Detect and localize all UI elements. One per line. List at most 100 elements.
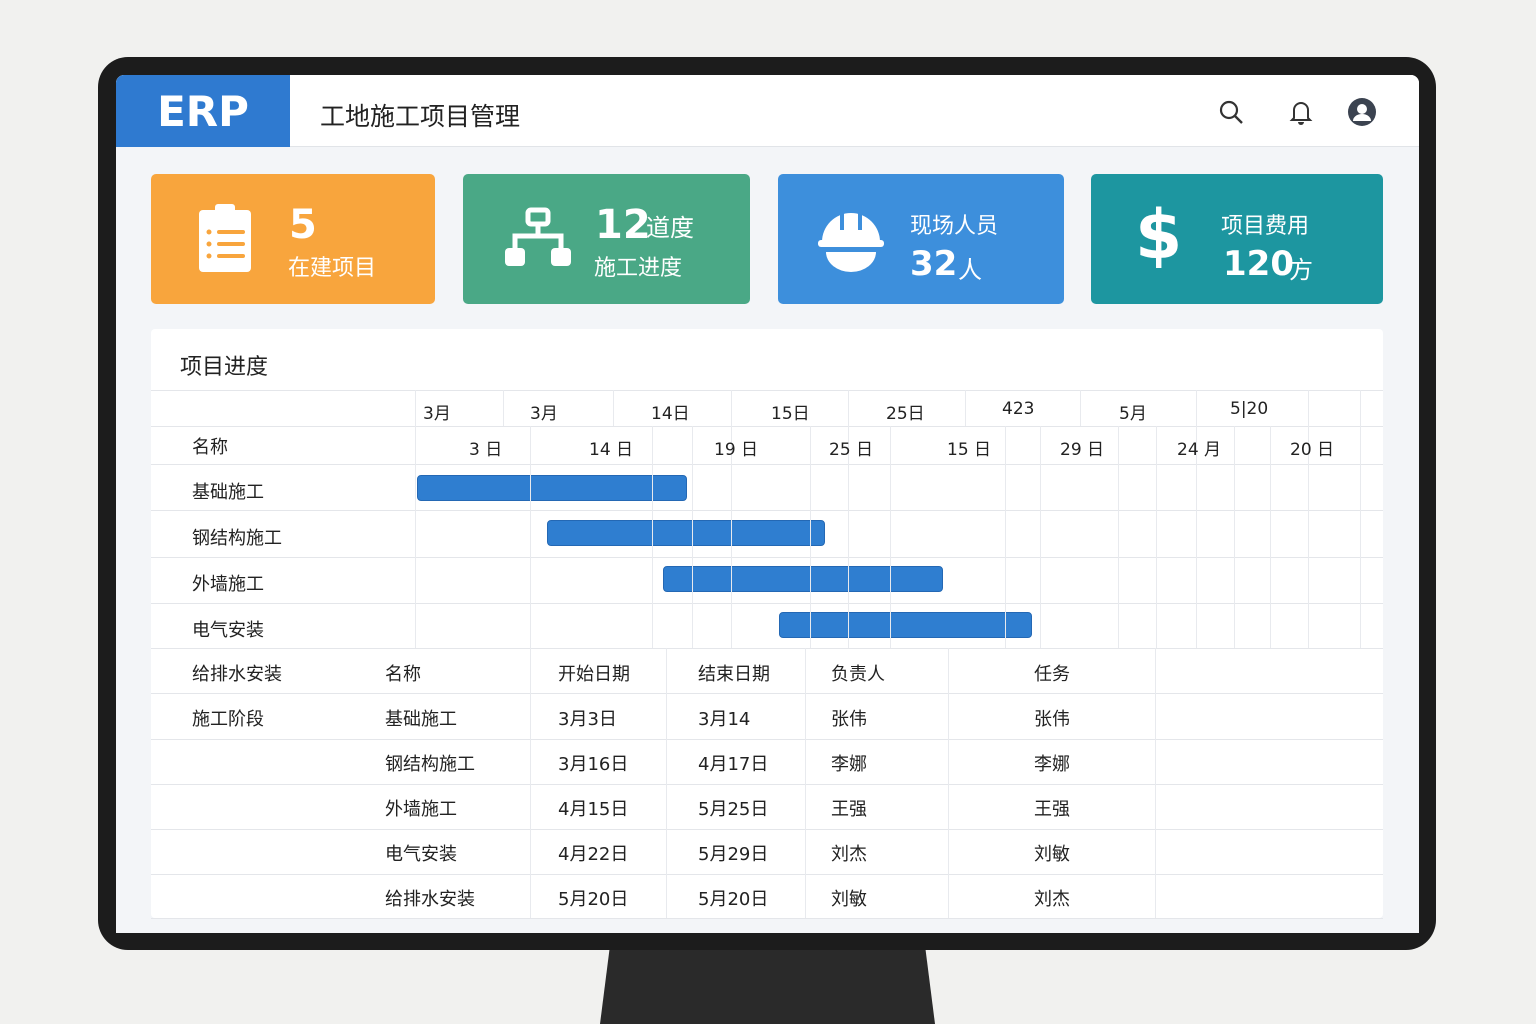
grid-line <box>530 648 531 918</box>
table-cell: 4月15日 <box>558 799 629 820</box>
cost-label: 项目费用 <box>1221 214 1310 239</box>
search-icon[interactable] <box>1216 97 1246 127</box>
user-avatar-icon[interactable] <box>1347 97 1377 127</box>
table-cell: 5月20日 <box>558 889 629 910</box>
grid-line <box>151 426 1383 427</box>
projects-count: 5 <box>289 202 317 248</box>
projects-label: 在建项目 <box>288 256 377 281</box>
grid-line <box>151 918 1383 919</box>
grid-line <box>1196 390 1197 426</box>
grid-line <box>731 390 732 426</box>
grid-line <box>1040 426 1041 648</box>
table-cell: 5月29日 <box>698 844 769 865</box>
grid-line <box>503 390 504 426</box>
table-cell: 3月3日 <box>558 709 617 730</box>
card-cost[interactable]: $ 项目费用 120 方 <box>1091 174 1383 304</box>
grid-line <box>1156 426 1157 648</box>
bell-icon[interactable] <box>1286 97 1316 127</box>
gantt-bar-3[interactable] <box>779 612 1032 638</box>
gantt-bar-1[interactable] <box>547 520 825 546</box>
grid-line <box>151 510 1383 511</box>
gantt-bottom-tick: 14 日 <box>589 440 634 460</box>
grid-line <box>1234 426 1235 648</box>
gantt-top-tick: 14日 <box>651 404 690 424</box>
table-header-cell: 结束日期 <box>698 664 770 685</box>
gantt-bar-0[interactable] <box>417 475 687 501</box>
grid-line <box>415 426 416 648</box>
erp-logo[interactable]: ERP <box>116 75 290 147</box>
grid-line <box>692 426 693 648</box>
gantt-bottom-tick: 20 日 <box>1290 440 1335 460</box>
grid-line <box>805 648 806 918</box>
gantt-top-tick: 3月 <box>530 404 558 424</box>
progress-value: 12 <box>595 202 651 248</box>
grid-line <box>151 557 1383 558</box>
table-header-cell: 名称 <box>385 664 421 685</box>
gantt-top-tick: 5|20 <box>1230 399 1269 419</box>
grid-line <box>1360 390 1361 426</box>
app-header: ERP 工地施工项目管理 <box>116 75 1419 147</box>
app-title: 工地施工项目管理 <box>320 102 521 131</box>
grid-line <box>1118 426 1119 648</box>
grid-line <box>151 739 1383 740</box>
panel-title: 项目进度 <box>180 355 269 380</box>
grid-line <box>1270 426 1271 648</box>
card-staff[interactable]: 现场人员 32 人 <box>778 174 1064 304</box>
gantt-task-label: 基础施工 <box>192 482 264 503</box>
staff-unit: 人 <box>958 256 982 284</box>
grid-line <box>1308 390 1309 426</box>
gantt-bottom-tick: 3 日 <box>469 440 503 460</box>
gantt-top-tick: 15日 <box>771 404 810 424</box>
grid-line <box>151 693 1383 694</box>
table-cell: 李娜 <box>831 754 867 775</box>
grid-line <box>415 390 416 426</box>
table-cell: 4月22日 <box>558 844 629 865</box>
grid-line <box>613 390 614 426</box>
table-header-cell: 给排水安装 <box>192 664 282 685</box>
grid-line <box>1360 426 1361 648</box>
card-progress[interactable]: 12 道度 施工进度 <box>463 174 750 304</box>
table-cell: 刘杰 <box>831 844 867 865</box>
grid-line <box>151 874 1383 875</box>
gantt-name-header: 名称 <box>192 437 228 458</box>
gantt-bottom-tick: 15 日 <box>947 440 992 460</box>
cost-unit: 方 <box>1289 256 1313 284</box>
project-progress-panel: 项目进度 名称 3月 3月 14日 15日 25日 423 5月 5|20 3 日 14 日 19 … <box>151 329 1383 919</box>
grid-line <box>530 426 531 648</box>
grid-line <box>151 390 1383 391</box>
hard-hat-icon <box>818 208 884 272</box>
staff-label: 现场人员 <box>910 214 999 239</box>
progress-unit: 道度 <box>646 214 694 242</box>
grid-line <box>1155 648 1156 918</box>
table-cell: 外墙施工 <box>385 799 457 820</box>
gantt-top-tick: 3月 <box>423 404 451 424</box>
gantt-top-tick: 423 <box>1002 399 1035 419</box>
table-cell: 3月16日 <box>558 754 629 775</box>
gantt-bottom-tick: 25 日 <box>829 440 874 460</box>
table-group-label: 施工阶段 <box>192 709 264 730</box>
table-cell: 刘敏 <box>831 889 867 910</box>
staff-count: 32 <box>910 244 958 284</box>
gantt-top-tick: 5月 <box>1119 404 1147 424</box>
grid-line <box>948 648 949 918</box>
grid-line <box>890 426 891 648</box>
dollar-icon: $ <box>1135 196 1183 275</box>
table-cell: 5月25日 <box>698 799 769 820</box>
table-header-cell: 任务 <box>1034 664 1070 685</box>
grid-line <box>1080 390 1081 426</box>
grid-line <box>810 426 811 648</box>
table-cell: 4月17日 <box>698 754 769 775</box>
table-cell: 张伟 <box>831 709 867 730</box>
cost-value: 120 <box>1223 244 1294 284</box>
table-cell: 王强 <box>831 799 867 820</box>
grid-line <box>965 390 966 426</box>
gantt-bar-2[interactable] <box>663 566 943 592</box>
table-cell: 5月20日 <box>698 889 769 910</box>
table-cell: 张伟 <box>1034 709 1070 730</box>
table-cell: 给排水安装 <box>385 889 475 910</box>
table-cell: 3月14 <box>698 709 751 730</box>
grid-line <box>666 648 667 918</box>
gantt-bottom-tick: 19 日 <box>714 440 759 460</box>
grid-line <box>1005 426 1006 648</box>
card-projects[interactable]: 5 在建项目 <box>151 174 435 304</box>
